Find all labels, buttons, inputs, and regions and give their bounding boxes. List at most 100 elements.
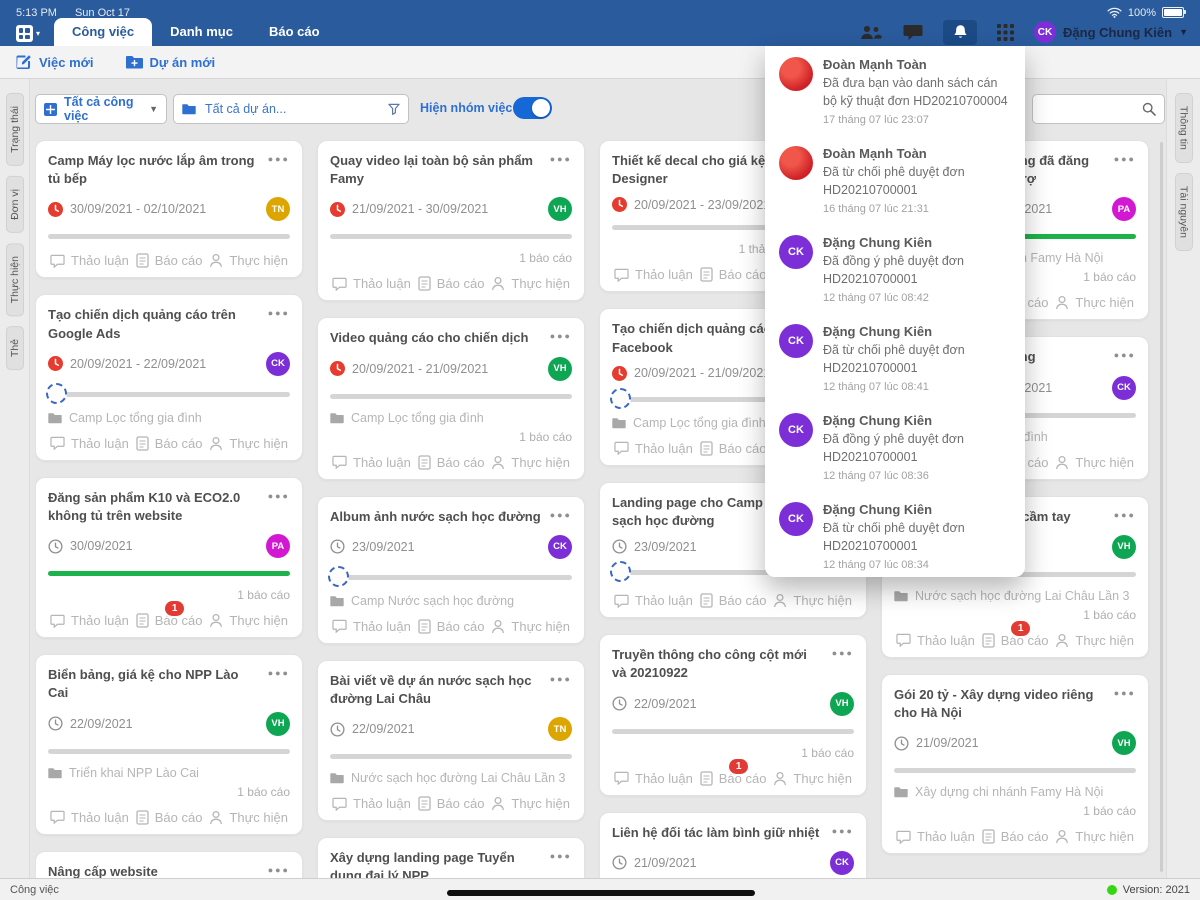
card-menu-button[interactable]: ●●● (260, 666, 290, 680)
discuss-button[interactable]: Thảo luận (896, 829, 975, 844)
vertical-scrollbar[interactable] (1160, 142, 1163, 872)
card-menu-button[interactable]: ●●● (542, 152, 572, 166)
execute-button[interactable]: Thực hiện (491, 796, 570, 811)
task-card[interactable]: Liên hệ đối tác làm bình giữ nhiệt ●●● 2… (599, 811, 867, 878)
report-button[interactable]: Báo cáo 1 (982, 620, 1048, 648)
report-button[interactable]: Báo cáo (982, 829, 1048, 844)
report-button[interactable]: Báo cáo (700, 593, 766, 608)
execute-button[interactable]: Thực hiện (209, 810, 288, 825)
report-button[interactable]: Báo cáo (418, 276, 484, 291)
progress-slider[interactable] (46, 382, 290, 404)
task-card[interactable]: Quay video lại toàn bộ sản phẩm Famy ●●●… (317, 140, 585, 302)
home-indicator[interactable] (447, 890, 755, 896)
project-filter-input[interactable] (203, 101, 381, 117)
discuss-button[interactable]: Thảo luận (332, 619, 411, 634)
slider-handle[interactable] (46, 382, 67, 404)
report-button[interactable]: Báo cáo 1 (700, 758, 766, 786)
report-button[interactable]: Báo cáo (136, 436, 202, 451)
report-button[interactable]: Báo cáo (136, 810, 202, 825)
execute-button[interactable]: Thực hiện (1055, 829, 1134, 844)
notification-item[interactable]: CK Đặng Chung Kiên Đã từ chối phê duyệt … (765, 491, 1025, 577)
search-input[interactable] (1041, 100, 1135, 118)
card-menu-button[interactable]: ●●● (542, 849, 572, 863)
tab-cong-viec[interactable]: Công việc (54, 18, 153, 46)
tab-danh-muc[interactable]: Danh mục (152, 18, 251, 46)
card-menu-button[interactable]: ●●● (260, 152, 290, 166)
user-menu[interactable]: CK Đặng Chung Kiên ▼ (1034, 21, 1188, 43)
task-card[interactable]: Biển bảng, giá kệ cho NPP Lào Cai ●●● 22… (35, 654, 303, 835)
execute-button[interactable]: Thực hiện (491, 455, 570, 470)
notification-item[interactable]: CK Đặng Chung Kiên Đã đồng ý phê duyệt đ… (765, 224, 1025, 313)
notification-item[interactable]: Đoàn Mạnh Toàn Đã từ chối phê duyệt đơn … (765, 135, 1025, 224)
card-menu-button[interactable]: ●●● (1106, 348, 1136, 362)
task-filter-dropdown[interactable]: Tất cả công việc ▼ (35, 94, 167, 124)
rail-tab-thực-hiện[interactable]: Thực hiện (5, 242, 24, 317)
card-menu-button[interactable]: ●●● (1106, 152, 1136, 166)
app-menu-button[interactable]: ▾ (16, 24, 40, 43)
card-menu-button[interactable]: ●●● (260, 863, 290, 877)
people-button[interactable] (859, 25, 883, 40)
progress-slider[interactable] (328, 565, 572, 587)
discuss-button[interactable]: Thảo luận (50, 253, 129, 268)
discuss-button[interactable]: Thảo luận (896, 633, 975, 648)
new-task-button[interactable]: Việc mới (16, 54, 94, 70)
discuss-button[interactable]: Thảo luận (332, 796, 411, 811)
rail-tab-thông-tin[interactable]: Thông tin (1174, 93, 1193, 163)
execute-button[interactable]: Thực hiện (1055, 455, 1134, 470)
discuss-button[interactable]: Thảo luận (332, 455, 411, 470)
project-filter-field[interactable] (173, 94, 409, 124)
show-groups-toggle[interactable] (513, 97, 552, 119)
tab-bao-cao[interactable]: Báo cáo (251, 18, 338, 46)
report-button[interactable]: Báo cáo (418, 619, 484, 634)
slider-handle[interactable] (610, 387, 631, 409)
card-menu-button[interactable]: ●●● (1106, 508, 1136, 522)
discuss-button[interactable]: Thảo luận (614, 771, 693, 786)
notification-item[interactable]: CK Đặng Chung Kiên Đã từ chối phê duyệt … (765, 313, 1025, 402)
report-button[interactable]: Báo cáo (136, 253, 202, 268)
discuss-button[interactable]: Thảo luận (332, 276, 411, 291)
report-button[interactable]: Báo cáo (700, 441, 766, 456)
task-card[interactable]: Tạo chiến dịch quảng cáo trên Google Ads… (35, 294, 303, 461)
execute-button[interactable]: Thực hiện (1055, 633, 1134, 648)
discuss-button[interactable]: Thảo luận (50, 613, 129, 628)
task-card[interactable]: Album ảnh nước sạch học đường ●●● 23/09/… (317, 495, 585, 644)
notification-item[interactable]: CK Đặng Chung Kiên Đã đồng ý phê duyệt đ… (765, 402, 1025, 491)
task-card[interactable]: Xây dựng landing page Tuyển dụng đại lý … (317, 837, 585, 878)
apps-grid-button[interactable] (997, 23, 1015, 41)
execute-button[interactable]: Thực hiện (1055, 295, 1134, 310)
execute-button[interactable]: Thực hiện (209, 436, 288, 451)
slider-handle[interactable] (610, 561, 631, 583)
rail-tab-tài-nguyên[interactable]: Tài nguyên (1174, 172, 1193, 251)
execute-button[interactable]: Thực hiện (209, 253, 288, 268)
card-menu-button[interactable]: ●●● (1106, 686, 1136, 700)
report-button[interactable]: Báo cáo (418, 796, 484, 811)
task-card[interactable]: Đăng sản phẩm K10 và ECO2.0 không tủ trê… (35, 476, 303, 639)
discuss-button[interactable]: Thảo luận (50, 810, 129, 825)
discuss-button[interactable]: Thảo luận (614, 267, 693, 282)
notification-item[interactable]: Đoàn Mạnh Toàn Đã đưa bạn vào danh sách … (765, 46, 1025, 135)
rail-tab-đơn-vị[interactable]: Đơn vị (5, 175, 24, 233)
report-button[interactable]: Báo cáo (700, 267, 766, 282)
card-menu-button[interactable]: ●●● (542, 508, 572, 522)
task-card[interactable]: Gói 20 tỷ - Xây dựng video riêng cho Hà … (881, 673, 1149, 855)
new-project-button[interactable]: Dự án mới (125, 55, 215, 70)
task-card[interactable]: Truyền thông cho công cột mới và 2021092… (599, 634, 867, 796)
notifications-button[interactable] (943, 19, 978, 45)
card-menu-button[interactable]: ●●● (260, 489, 290, 503)
slider-handle[interactable] (328, 565, 349, 587)
card-menu-button[interactable]: ●●● (542, 329, 572, 343)
execute-button[interactable]: Thực hiện (773, 771, 852, 786)
card-menu-button[interactable]: ●●● (542, 672, 572, 686)
rail-tab-thẻ[interactable]: Thẻ (5, 326, 24, 371)
task-card[interactable]: Nâng cấp website ●●● 21/09/2021 CK 1 báo… (35, 850, 303, 878)
filter-funnel-icon[interactable] (388, 103, 400, 115)
discuss-button[interactable]: Thảo luận (50, 436, 129, 451)
rail-tab-trạng-thái[interactable]: Trạng thái (5, 93, 24, 166)
card-menu-button[interactable]: ●●● (824, 824, 854, 838)
card-menu-button[interactable]: ●●● (260, 306, 290, 320)
execute-button[interactable]: Thực hiện (209, 613, 288, 628)
report-button[interactable]: Báo cáo 1 (136, 601, 202, 628)
execute-button[interactable]: Thực hiện (491, 276, 570, 291)
chat-button[interactable] (903, 24, 923, 41)
execute-button[interactable]: Thực hiện (773, 593, 852, 608)
